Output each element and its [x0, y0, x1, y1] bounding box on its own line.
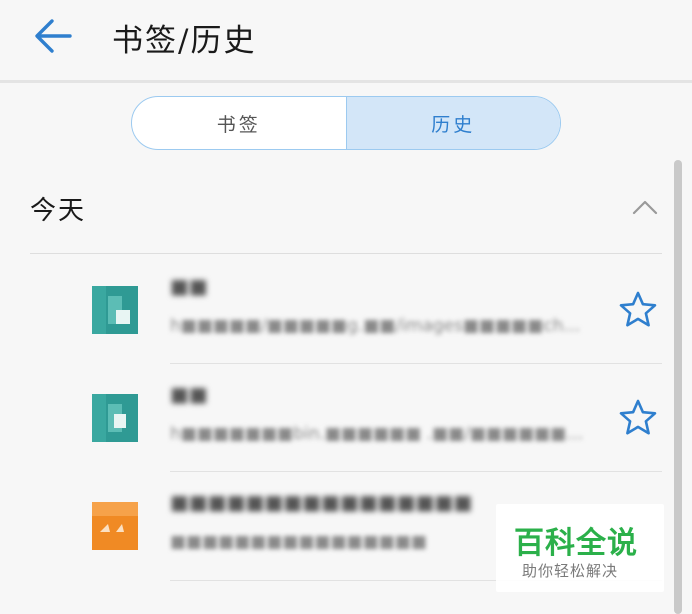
- tab-switcher: 书签 历史: [131, 96, 561, 150]
- site-favicon: [92, 502, 138, 550]
- bookmark-star-button[interactable]: [618, 290, 658, 330]
- site-favicon: [92, 286, 138, 334]
- star-icon: [619, 291, 657, 327]
- history-item[interactable]: ■■ h■■■■■/■■■■■g.■■/images■■■■■ch■■■■■ …: [30, 256, 662, 364]
- history-item-title: ■■■■■■■■■■■■■■■■: [170, 490, 473, 514]
- header-divider: [0, 80, 692, 83]
- watermark-tagline: 助你轻松解决: [522, 562, 619, 580]
- section-divider: [30, 253, 662, 254]
- history-item[interactable]: ■■ h■■■■■■■bin.■■■■■■ .■■/■■■■■■■■■ …: [30, 364, 662, 472]
- history-item-title: ■■: [170, 274, 208, 298]
- app-header: 书签/历史: [0, 0, 692, 80]
- history-item-url: h■■■■■■■bin.■■■■■■ .■■/■■■■■■■■■ …: [170, 424, 590, 444]
- history-item-title: ■■: [170, 382, 208, 406]
- watermark-brand: 百科全说: [514, 526, 638, 561]
- section-title-today: 今天: [30, 196, 87, 226]
- arrow-left-icon: [35, 19, 72, 53]
- bookmark-star-button[interactable]: [618, 398, 658, 438]
- tab-history[interactable]: 历史: [345, 97, 560, 149]
- chevron-up-icon: [632, 200, 658, 215]
- history-item-url: h■■■■■/■■■■■g.■■/images■■■■■ch■■■■■ …: [170, 316, 590, 336]
- page-title: 书签/历史: [112, 23, 257, 59]
- scrollbar[interactable]: [674, 160, 682, 614]
- back-button[interactable]: [30, 16, 76, 56]
- star-icon: [619, 399, 657, 435]
- tab-bookmarks[interactable]: 书签: [132, 97, 346, 149]
- watermark: 百科全说 助你轻松解决: [496, 504, 664, 592]
- site-favicon: [92, 394, 138, 442]
- collapse-section-button[interactable]: [630, 195, 660, 219]
